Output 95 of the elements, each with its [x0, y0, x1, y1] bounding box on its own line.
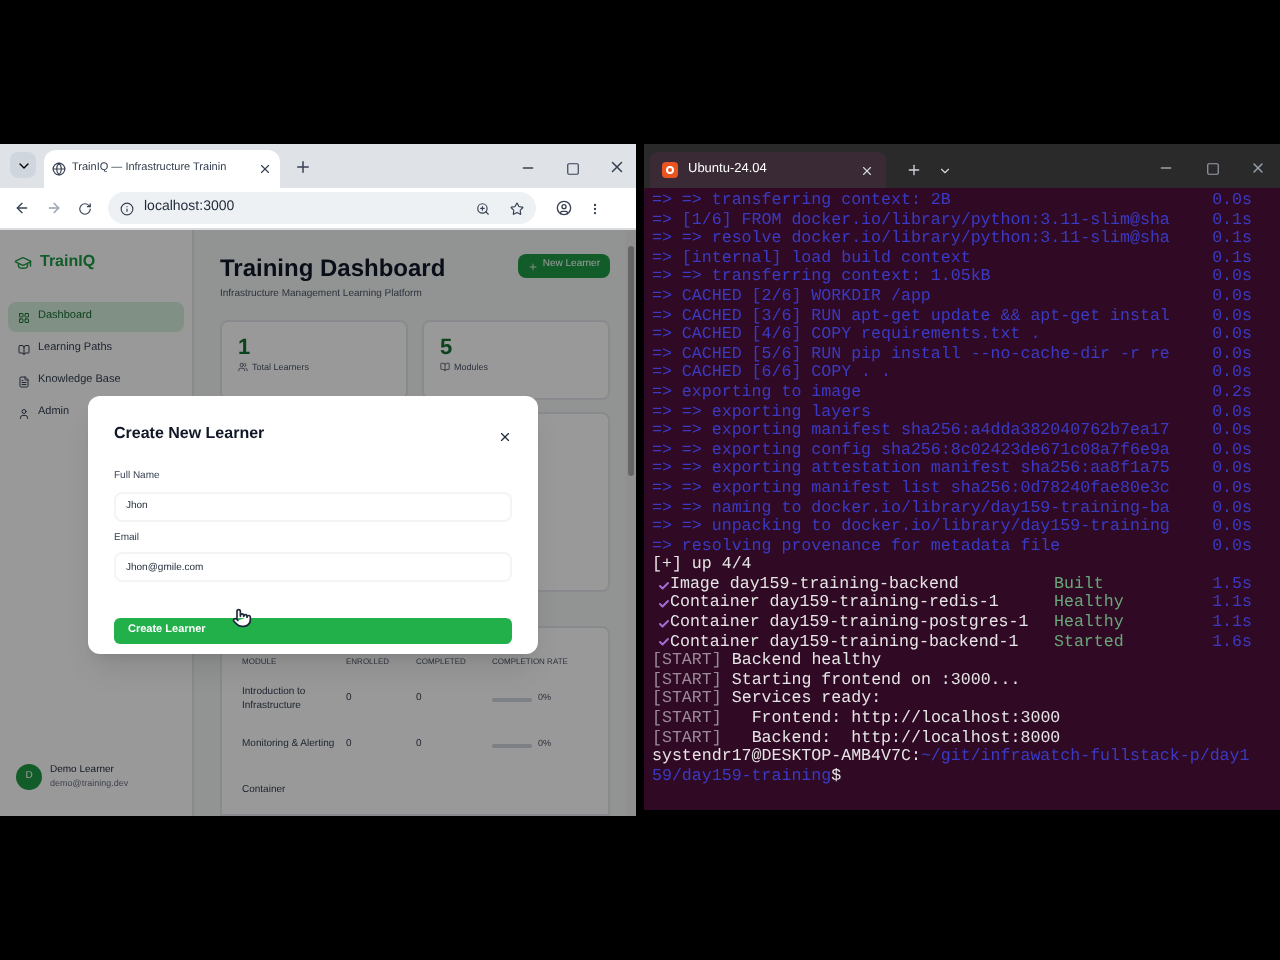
- duration-text: 0.0s: [1212, 192, 1252, 212]
- reload-icon[interactable]: [78, 201, 92, 215]
- hand-cursor-icon: [232, 608, 252, 628]
- profile-icon[interactable]: [556, 200, 572, 216]
- maximize-icon[interactable]: [566, 162, 580, 176]
- duration-text: 0.0s: [1212, 345, 1252, 365]
- scrollbar-thumb[interactable]: [628, 246, 634, 476]
- app-logo: TrainIQ: [40, 250, 96, 274]
- duration-text: 0.0s: [1212, 307, 1252, 327]
- log-tag: [START]: [652, 690, 722, 711]
- new-tab-icon[interactable]: [906, 162, 922, 178]
- dialog-title: Create New Learner: [114, 422, 265, 446]
- star-icon[interactable]: [510, 201, 524, 215]
- build-log-line: => CACHED [3/6] RUN apt-get update && apt-get instal: [652, 307, 1172, 326]
- page-title: Training Dashboard: [220, 254, 446, 282]
- build-log-line: => => exporting manifest list sha256:0d78240fae80e3c: [652, 479, 1172, 499]
- log-message: Frontend: http://localhost:3000: [749, 710, 1061, 730]
- maximize-icon[interactable]: [1206, 162, 1220, 176]
- duration-text: 0.0s: [1212, 537, 1252, 557]
- document-icon: [18, 375, 30, 387]
- book-icon: [440, 362, 450, 373]
- log-message: Backend: http://localhost:8000: [749, 729, 1061, 748]
- duration-text: 0.0s: [1212, 326, 1252, 346]
- build-log-line: => [internal] load build context: [652, 249, 973, 268]
- build-log-line: => [1/6] FROM docker.io/library/python:3.11-slim@sha: [652, 211, 1172, 230]
- build-log-line: => => resolve docker.io/library/python:3.11-slim@sha: [652, 230, 1172, 250]
- info-icon: [120, 201, 134, 215]
- duration-text: 0.0s: [1212, 287, 1252, 308]
- log-tag: [START]: [652, 710, 722, 730]
- log-tag: [START]: [652, 671, 722, 691]
- duration-text: 1.1s: [1212, 594, 1252, 615]
- duration-text: 0.0s: [1212, 460, 1252, 480]
- service-name: Container day159-training-backend-1: [670, 633, 1021, 652]
- duration-text: 0.0s: [1212, 518, 1252, 538]
- terminal-line: [+] up 4/4: [652, 556, 752, 576]
- graduation-cap-icon: [14, 253, 32, 271]
- build-log-line: => => unpacking to docker.io/library/day159-training: [652, 518, 1172, 538]
- duration-text: 1.1s: [1212, 614, 1252, 634]
- build-log-line: => exporting to image: [652, 383, 864, 404]
- ubuntu-icon: [662, 162, 678, 178]
- duration-text: 0.0s: [1212, 268, 1252, 288]
- log-message: Services ready:: [731, 690, 882, 710]
- duration-text: 0.0s: [1212, 422, 1252, 442]
- log-message: Starting frontend on :3000...: [731, 671, 1021, 690]
- back-icon[interactable]: [14, 200, 30, 216]
- plus-icon: [528, 261, 539, 271]
- menu-icon[interactable]: [588, 201, 602, 215]
- service-name: Container day159-training-redis-1: [670, 594, 1001, 614]
- stat-value: 5: [440, 335, 455, 359]
- duration-text: 1.5s: [1212, 575, 1252, 595]
- grid-icon: [18, 311, 30, 323]
- build-log-line: => => exporting config sha256:8c02423de671c08a7f6e9a: [652, 441, 1172, 460]
- service-status: Started: [1054, 633, 1126, 653]
- build-log-line: => => naming to docker.io/library/day159-training-ba: [652, 499, 1172, 517]
- duration-text: 0.2s: [1212, 383, 1252, 404]
- build-log-line: => => transferring context: 2B: [652, 192, 953, 212]
- build-log-line: => CACHED [6/6] COPY . .: [652, 364, 893, 384]
- service-name: Image day159-training-backend: [670, 575, 961, 594]
- users-icon: [238, 362, 248, 373]
- service-status: Healthy: [1054, 594, 1126, 614]
- duration-text: 1.6s: [1212, 633, 1252, 653]
- new-tab-icon[interactable]: [294, 158, 312, 176]
- service-status: Healthy: [1054, 614, 1126, 634]
- build-log-line: => CACHED [2/6] WORKDIR /app: [652, 287, 933, 308]
- log-tag: [START]: [652, 729, 722, 749]
- zoom-icon[interactable]: [476, 201, 490, 215]
- duration-text: 0.0s: [1212, 479, 1252, 499]
- chevron-down-icon[interactable]: [938, 164, 952, 178]
- close-icon[interactable]: [258, 162, 272, 176]
- service-name: Container day159-training-postgres-1: [670, 614, 1031, 634]
- service-status: Built: [1054, 575, 1106, 594]
- duration-text: 0.0s: [1212, 441, 1252, 461]
- close-icon[interactable]: [498, 430, 512, 444]
- duration-text: 0.1s: [1212, 211, 1252, 231]
- log-message: Backend healthy: [731, 652, 882, 672]
- log-tag: [START]: [652, 652, 722, 672]
- build-log-line: => => transferring context: 1.05kB: [652, 268, 993, 288]
- build-log-line: => CACHED [4/6] COPY requirements.txt .: [652, 326, 1043, 346]
- book-icon: [18, 343, 30, 355]
- build-log-line: => => exporting layers: [652, 403, 874, 422]
- duration-text: 0.0s: [1212, 364, 1252, 384]
- user-icon: [18, 407, 30, 419]
- stat-value: 1: [238, 335, 253, 359]
- close-icon[interactable]: [608, 158, 626, 176]
- duration-text: 0.1s: [1212, 230, 1252, 250]
- build-log-line: => => exporting attestation manifest sha256:aa8f1a75: [652, 460, 1172, 480]
- build-log-line: => CACHED [5/6] RUN pip install --no-cache-dir -r re: [652, 345, 1172, 364]
- build-log-line: => resolving provenance for metadata file: [652, 537, 1063, 556]
- tab-list-button[interactable]: [10, 152, 36, 178]
- globe-icon: [52, 162, 66, 176]
- duration-text: 0.0s: [1212, 403, 1252, 423]
- build-log-line: => => exporting manifest sha256:a4dda382040762b7ea17: [652, 422, 1172, 442]
- duration-text: 0.1s: [1212, 249, 1252, 269]
- shell-prompt: systendr17@DESKTOP-AMB4V7C:~/git/infrawatch-fullstack-p/day159/day159-training$: [652, 748, 1252, 787]
- duration-text: 0.0s: [1212, 499, 1252, 519]
